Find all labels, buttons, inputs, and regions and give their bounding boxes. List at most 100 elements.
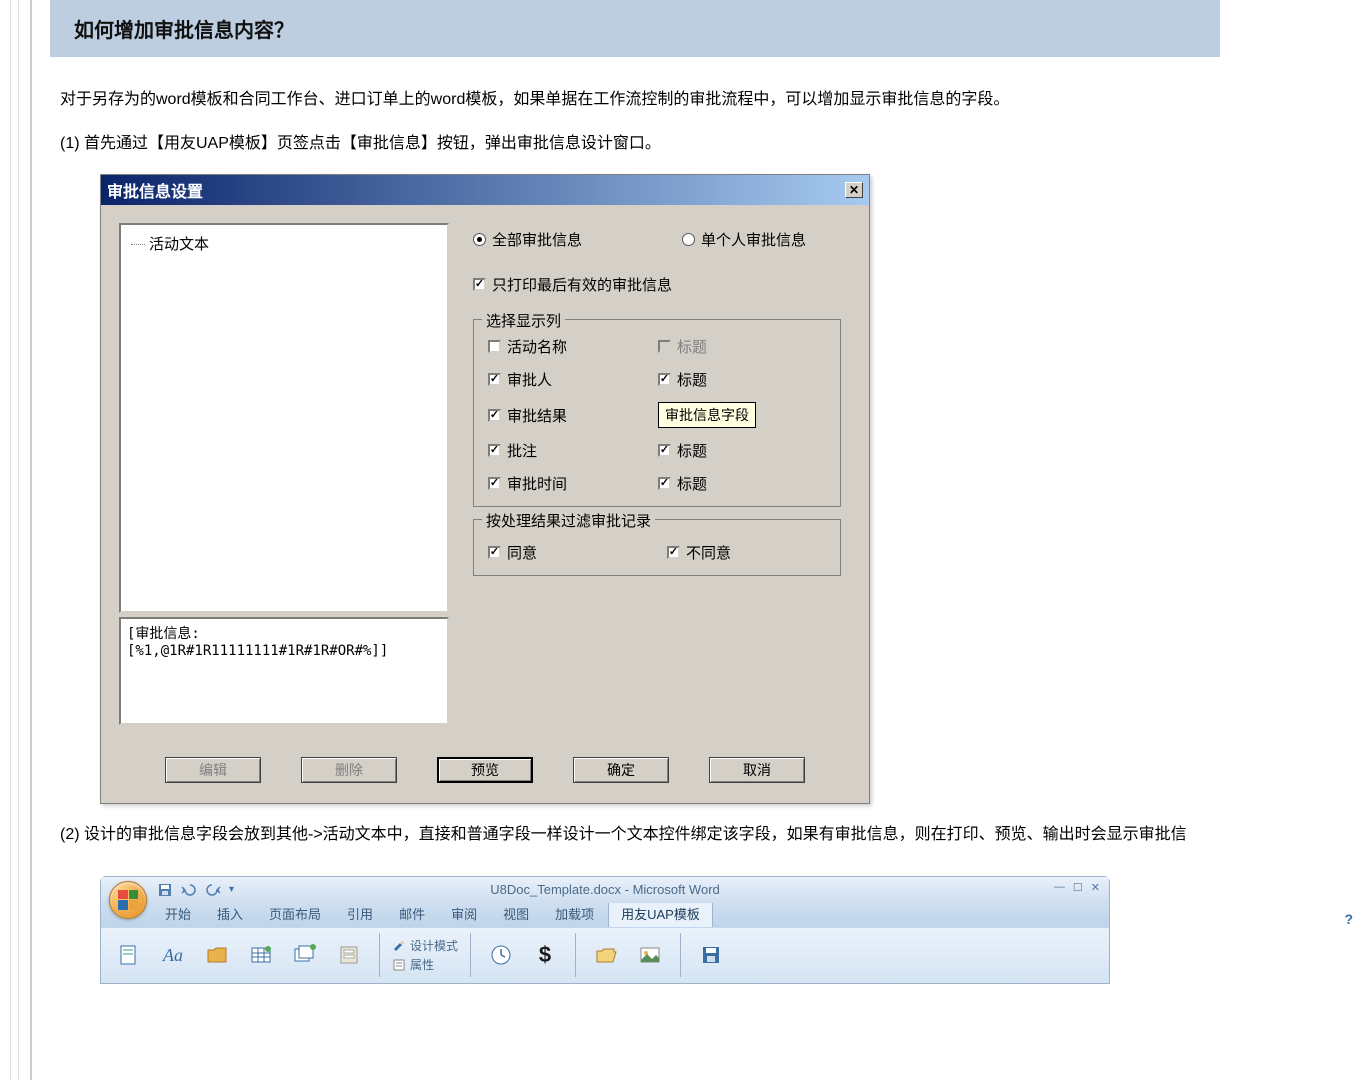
checkbox-title-disabled: 标题 [658,336,826,357]
checkbox-print-last-label: 只打印最后有效的审批信息 [492,274,672,295]
word-titlebar[interactable]: ▾ U8Doc_Template.docx - Microsoft Word —… [101,877,1109,903]
radio-single-label: 单个人审批信息 [701,229,806,250]
tree-item-active-text[interactable]: 活动文本 [131,231,437,256]
checkbox-result[interactable]: 审批结果 [488,402,658,428]
filter-agree-label: 同意 [507,542,537,563]
radio-icon [473,233,486,246]
checkbox-activity-name[interactable]: 活动名称 [488,336,658,357]
checkbox-agree[interactable]: 同意 [488,542,537,563]
redo-icon[interactable] [205,882,221,898]
radio-icon [682,233,695,246]
tab-addins[interactable]: 加载项 [543,900,606,927]
dialog-titlebar[interactable]: 审批信息设置 ✕ [101,175,869,205]
checkbox-note[interactable]: 批注 [488,440,658,461]
ribbon-batch-table-icon[interactable] [287,935,323,975]
document-margin [0,0,32,1080]
paragraph-step1: (1) 首先通过【用友UAP模板】页签点击【审批信息】按钮，弹出审批信息设计窗口… [60,131,1361,157]
cancel-button[interactable]: 取消 [709,757,805,783]
ribbon-open-folder-icon[interactable] [588,935,624,975]
checkbox-icon [473,278,486,291]
radio-all-approval[interactable]: 全部审批信息 [473,229,582,250]
properties-button[interactable]: 属性 [392,956,458,973]
minimize-icon[interactable]: — [1051,881,1068,894]
properties-label: 属性 [410,956,434,973]
checkbox-icon [658,373,671,386]
checkbox-approver[interactable]: 审批人 [488,369,658,390]
ribbon-page-icon[interactable] [111,935,147,975]
edit-button: 编辑 [165,757,261,783]
paragraph-intro: 对于另存为的word模板和合同工作台、进口订单上的word模板，如果单据在工作流… [60,87,1361,113]
maximize-icon[interactable]: ☐ [1070,881,1086,894]
col-activity-name-label: 活动名称 [507,336,567,357]
section-title: 如何增加审批信息内容？ [50,0,1220,57]
checkbox-title-3[interactable]: 标题 [658,440,826,461]
checkbox-time[interactable]: 审批时间 [488,473,658,494]
close-icon[interactable]: ✕ [845,182,863,198]
ribbon-table-icon[interactable] [243,935,279,975]
tab-references[interactable]: 引用 [335,900,385,927]
col-title-disabled-label: 标题 [677,336,707,357]
checkbox-disagree[interactable]: 不同意 [667,542,731,563]
design-mode-toggle[interactable]: 设计模式 [392,937,458,954]
tab-uap-template[interactable]: 用友UAP模板 [608,899,713,927]
checkbox-icon [488,477,501,490]
checkbox-icon [658,444,671,457]
checkbox-print-last[interactable]: 只打印最后有效的审批信息 [473,274,841,295]
tab-view[interactable]: 视图 [491,900,541,927]
dialog-title: 审批信息设置 [107,178,203,202]
col-title3-label: 标题 [677,440,707,461]
checkbox-icon [667,546,680,559]
ribbon-save-disk-icon[interactable] [693,935,729,975]
checkbox-icon [488,373,501,386]
tab-start[interactable]: 开始 [153,900,203,927]
tab-insert[interactable]: 插入 [205,900,255,927]
help-icon[interactable]: ? [1344,911,1353,927]
tree-panel[interactable]: 活动文本 [119,223,449,613]
ribbon-currency-icon[interactable]: $ [527,935,563,975]
checkbox-icon [488,340,501,353]
col-approver-label: 审批人 [507,369,552,390]
checkbox-title-4[interactable]: 标题 [658,473,826,494]
ribbon-landscape-image-icon[interactable] [632,935,668,975]
preview-button[interactable]: 预览 [437,757,533,783]
approval-settings-dialog: 审批信息设置 ✕ 活动文本 [审批信息:[%1,@1R#1R11111111#1… [100,174,870,804]
filter-disagree-label: 不同意 [686,542,731,563]
radio-single-approval[interactable]: 单个人审批信息 [682,229,806,250]
checkbox-icon [658,477,671,490]
checkbox-icon [488,546,501,559]
ok-button[interactable]: 确定 [573,757,669,783]
checkbox-title-2[interactable]: 标题 [658,369,826,390]
col-title2-label: 标题 [677,369,707,390]
group-filter-legend: 按处理结果过滤审批记录 [482,510,655,531]
tab-review[interactable]: 审阅 [439,900,489,927]
office-button[interactable] [109,881,147,919]
checkbox-icon [488,444,501,457]
word-window: ▾ U8Doc_Template.docx - Microsoft Word —… [100,876,1110,984]
dialog-button-row: 编辑 删除 预览 确定 取消 [101,743,869,803]
ribbon-tabs: 开始 插入 页面布局 引用 邮件 审阅 视图 加载项 用友UAP模板 ? [101,903,1109,927]
ribbon-clock-icon[interactable] [483,935,519,975]
close-window-icon[interactable]: ✕ [1088,881,1103,894]
ribbon-body: Aa 设计模式 属性 [101,927,1109,983]
word-document-title: U8Doc_Template.docx - Microsoft Word [490,882,720,897]
radio-all-label: 全部审批信息 [492,229,582,250]
save-icon[interactable] [157,882,173,898]
checkbox-icon [658,340,671,353]
ribbon-legacy-form-icon[interactable] [331,935,367,975]
group-columns-legend: 选择显示列 [482,310,565,331]
tab-mail[interactable]: 邮件 [387,900,437,927]
expression-box[interactable]: [审批信息:[%1,@1R#1R11111111#1R#1R#OR#%]] [119,617,449,725]
design-mode-label: 设计模式 [410,937,458,954]
tab-page-layout[interactable]: 页面布局 [257,900,333,927]
tooltip-field-name: 审批信息字段 [658,402,756,428]
ribbon-font-icon[interactable]: Aa [155,935,191,975]
properties-icon [392,958,406,972]
undo-icon[interactable] [181,882,197,898]
col-note-label: 批注 [507,440,537,461]
group-display-columns: 选择显示列 活动名称 标题 审批人 [473,319,841,507]
quick-access-toolbar: ▾ [157,882,234,898]
paragraph-step2: (2) 设计的审批信息字段会放到其他->活动文本中，直接和普通字段一样设计一个文… [60,822,1361,848]
delete-button: 删除 [301,757,397,783]
ribbon-folder-icon[interactable] [199,935,235,975]
qat-dropdown-icon[interactable]: ▾ [229,884,234,895]
